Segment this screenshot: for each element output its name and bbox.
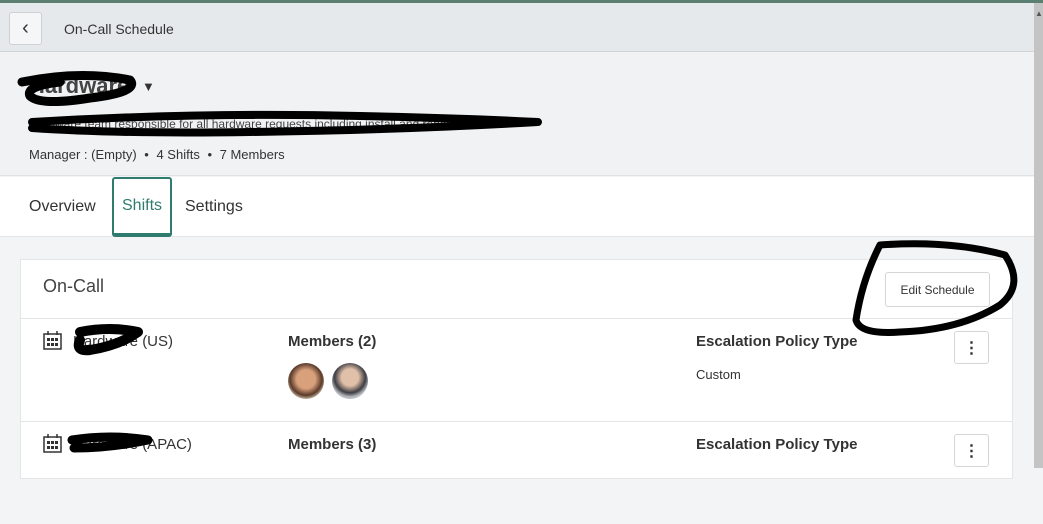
members-label: Members (2) <box>288 333 377 350</box>
manager-label: Manager : (Empty) <box>29 147 137 162</box>
group-header: Hardware ▼ Hardware team responsible for… <box>0 53 1034 176</box>
calendar-icon <box>43 434 62 453</box>
tab-overview[interactable]: Overview <box>21 177 104 237</box>
caret-down-icon[interactable]: ▼ <box>142 79 155 94</box>
on-call-card: On-Call Edit Schedule Hardware (US) Memb… <box>20 259 1013 479</box>
vertical-ellipsis-icon: ⋮ <box>963 339 980 357</box>
scrollbar[interactable]: ▲ <box>1034 3 1043 468</box>
avatar[interactable] <box>332 363 368 399</box>
avatar[interactable] <box>288 363 324 399</box>
shift-name[interactable]: Hardware (APAC) <box>73 436 192 453</box>
members-label: Members (3) <box>288 436 377 453</box>
members-count: 7 Members <box>219 147 285 162</box>
group-name: Hardware <box>29 73 130 98</box>
chevron-left-icon: ‹ <box>22 17 29 39</box>
tab-settings[interactable]: Settings <box>177 177 251 237</box>
escalation-policy-label: Escalation Policy Type <box>696 436 858 453</box>
shift-row: Hardware (APAC) Members (3) Escalation P… <box>21 421 1012 524</box>
more-options-button[interactable]: ⋮ <box>954 434 989 467</box>
page-title: On-Call Schedule <box>64 21 174 37</box>
more-options-button[interactable]: ⋮ <box>954 331 989 364</box>
escalation-policy-value: Custom <box>696 367 741 382</box>
header-bar: ‹ On-Call Schedule <box>0 3 1034 52</box>
group-description: Hardware team responsible for all hardwa… <box>29 117 454 131</box>
tab-bar: Overview Shifts Settings <box>0 177 1034 237</box>
shift-name[interactable]: Hardware (US) <box>73 333 173 350</box>
card-title: On-Call <box>43 276 105 296</box>
tab-shifts[interactable]: Shifts <box>112 177 173 237</box>
escalation-policy-label: Escalation Policy Type <box>696 333 858 350</box>
shift-row: Hardware (US) Members (2) Escalation Pol… <box>21 318 1012 421</box>
vertical-ellipsis-icon: ⋮ <box>963 442 980 460</box>
scroll-up-icon[interactable]: ▲ <box>1035 9 1043 18</box>
edit-schedule-button[interactable]: Edit Schedule <box>885 272 990 307</box>
back-button[interactable]: ‹ <box>9 12 42 45</box>
shifts-count: 4 Shifts <box>156 147 200 162</box>
group-meta: Manager : (Empty) • 4 Shifts • 7 Members <box>29 147 285 162</box>
calendar-icon <box>43 331 62 350</box>
